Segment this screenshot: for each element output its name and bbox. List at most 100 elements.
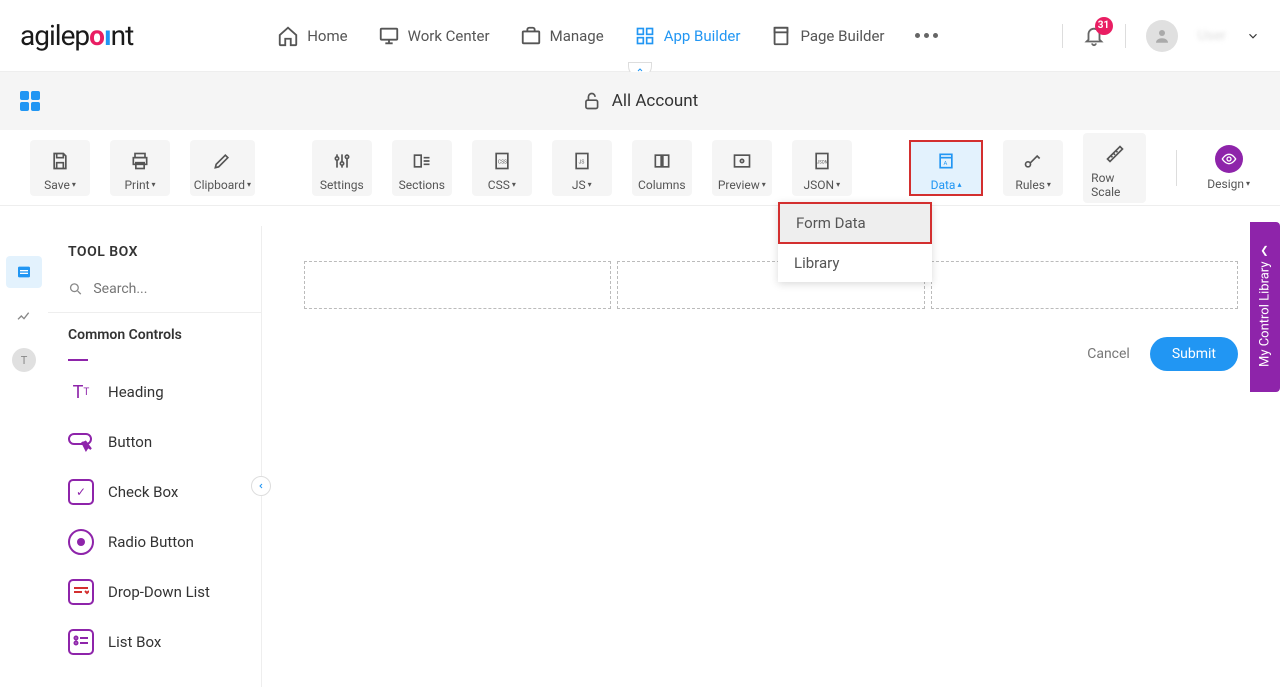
data-icon: A bbox=[935, 150, 957, 172]
left-rail: T bbox=[0, 206, 48, 687]
form-icon bbox=[15, 264, 33, 280]
control-listbox[interactable]: List Box bbox=[64, 617, 245, 667]
apps-icon[interactable] bbox=[20, 91, 40, 111]
divider bbox=[1176, 150, 1177, 186]
nav-page-builder-label: Page Builder bbox=[800, 27, 884, 45]
css-file-icon: CSS bbox=[491, 150, 513, 172]
design-button[interactable]: Design▾ bbox=[1207, 145, 1250, 191]
page-title: All Account bbox=[582, 91, 698, 111]
control-list: TT Heading Button ✓ Check Box Radio Butt… bbox=[48, 353, 261, 667]
svg-text:JSON: JSON bbox=[817, 160, 828, 165]
toolbar: Save▾ Print▾ Clipboard▾ Settings Section… bbox=[0, 130, 1280, 206]
save-button[interactable]: Save▾ bbox=[30, 140, 90, 196]
cancel-button[interactable]: Cancel bbox=[1087, 346, 1130, 362]
pencil-icon bbox=[211, 150, 233, 172]
rail-text[interactable]: T bbox=[6, 344, 42, 376]
columns-button[interactable]: Columns bbox=[632, 140, 692, 196]
page-icon bbox=[770, 25, 792, 47]
ruler-icon bbox=[1104, 143, 1126, 165]
nav-app-builder[interactable]: App Builder bbox=[634, 25, 741, 47]
print-button[interactable]: Print▾ bbox=[110, 140, 170, 196]
control-checkbox[interactable]: ✓ Check Box bbox=[64, 467, 245, 517]
json-button[interactable]: JSON JSON▾ bbox=[792, 140, 852, 196]
rail-toolbox[interactable] bbox=[6, 256, 42, 288]
heading-icon: TT bbox=[68, 379, 94, 405]
save-icon bbox=[49, 150, 71, 172]
svg-text:JS: JS bbox=[578, 159, 584, 165]
chevron-left-icon: ❮ bbox=[1261, 246, 1269, 257]
user-icon bbox=[1153, 27, 1171, 45]
checkbox-icon: ✓ bbox=[68, 479, 94, 505]
dropdown-library[interactable]: Library bbox=[778, 244, 932, 282]
eye-icon bbox=[1215, 145, 1243, 173]
divider bbox=[1062, 24, 1063, 48]
nav-manage-label: Manage bbox=[550, 27, 604, 45]
nav-work-center[interactable]: Work Center bbox=[378, 25, 490, 47]
username: User bbox=[1198, 28, 1226, 44]
js-button[interactable]: JS JS▾ bbox=[552, 140, 612, 196]
nav-app-builder-label: App Builder bbox=[664, 27, 741, 45]
sections-button[interactable]: Sections bbox=[392, 140, 452, 196]
preview-button[interactable]: Preview▾ bbox=[712, 140, 772, 196]
nav-home[interactable]: Home bbox=[277, 25, 347, 47]
nav-manage[interactable]: Manage bbox=[520, 25, 604, 47]
svg-text:CSS: CSS bbox=[498, 159, 507, 165]
monitor-icon bbox=[378, 25, 400, 47]
text-icon: T bbox=[12, 348, 36, 372]
settings-button[interactable]: Settings bbox=[312, 140, 372, 196]
control-heading[interactable]: TT Heading bbox=[64, 367, 245, 417]
section-label: Common Controls bbox=[48, 313, 261, 353]
notifications-button[interactable]: 31 bbox=[1083, 25, 1105, 47]
logo: agilepoınt bbox=[20, 19, 133, 52]
avatar[interactable] bbox=[1146, 20, 1178, 52]
dropdown-form-data[interactable]: Form Data bbox=[778, 202, 932, 244]
data-button[interactable]: A Data▴ bbox=[909, 140, 983, 196]
row-scale-button[interactable]: Row Scale bbox=[1083, 133, 1146, 203]
my-control-library-panel[interactable]: My Control Library ❮ bbox=[1250, 222, 1280, 392]
clipboard-button[interactable]: Clipboard▾ bbox=[190, 140, 255, 196]
css-button[interactable]: CSS CSS▾ bbox=[472, 140, 532, 196]
drop-zone-3[interactable] bbox=[931, 261, 1238, 309]
control-partial-icon bbox=[68, 353, 88, 361]
columns-icon bbox=[651, 150, 673, 172]
rules-button[interactable]: Rules▾ bbox=[1003, 140, 1063, 196]
nav-work-center-label: Work Center bbox=[408, 27, 490, 45]
nav-page-builder[interactable]: Page Builder bbox=[770, 25, 884, 47]
chevron-down-icon[interactable] bbox=[1246, 29, 1260, 43]
nav-home-label: Home bbox=[307, 27, 347, 45]
json-file-icon: JSON bbox=[811, 150, 833, 172]
sections-icon bbox=[411, 150, 433, 172]
divider bbox=[1125, 24, 1126, 48]
data-dropdown: Form Data Library bbox=[778, 202, 932, 282]
main-nav: Home Work Center Manage App Builder Page… bbox=[153, 25, 1061, 47]
svg-text:A: A bbox=[944, 161, 948, 167]
canvas: Cancel Submit bbox=[262, 206, 1280, 687]
control-button[interactable]: Button bbox=[64, 417, 245, 467]
apps-grid-icon bbox=[634, 25, 656, 47]
sliders-icon bbox=[331, 150, 353, 172]
js-file-icon: JS bbox=[571, 150, 593, 172]
header-right: 31 User bbox=[1062, 20, 1260, 52]
home-icon bbox=[277, 25, 299, 47]
title-bar: All Account bbox=[0, 72, 1280, 130]
radio-icon bbox=[68, 529, 94, 555]
rules-icon bbox=[1022, 150, 1044, 172]
unlock-icon bbox=[582, 91, 602, 111]
toolbox-title: TOOL BOX bbox=[48, 226, 261, 272]
nav-more[interactable] bbox=[915, 33, 938, 38]
rail-chart[interactable] bbox=[6, 300, 42, 332]
chart-icon bbox=[15, 308, 33, 324]
search-input[interactable] bbox=[93, 281, 241, 297]
print-icon bbox=[129, 150, 151, 172]
submit-button[interactable]: Submit bbox=[1150, 337, 1238, 371]
control-dropdown[interactable]: Drop-Down List bbox=[64, 567, 245, 617]
control-radio[interactable]: Radio Button bbox=[64, 517, 245, 567]
notification-badge: 31 bbox=[1095, 17, 1113, 35]
dropdown-icon bbox=[68, 579, 94, 605]
listbox-icon bbox=[68, 629, 94, 655]
form-actions: Cancel Submit bbox=[304, 337, 1238, 371]
preview-icon bbox=[731, 150, 753, 172]
button-icon bbox=[68, 429, 94, 455]
toolbox: TOOL BOX Common Controls TT Heading Butt… bbox=[48, 226, 262, 687]
drop-zone-1[interactable] bbox=[304, 261, 611, 309]
